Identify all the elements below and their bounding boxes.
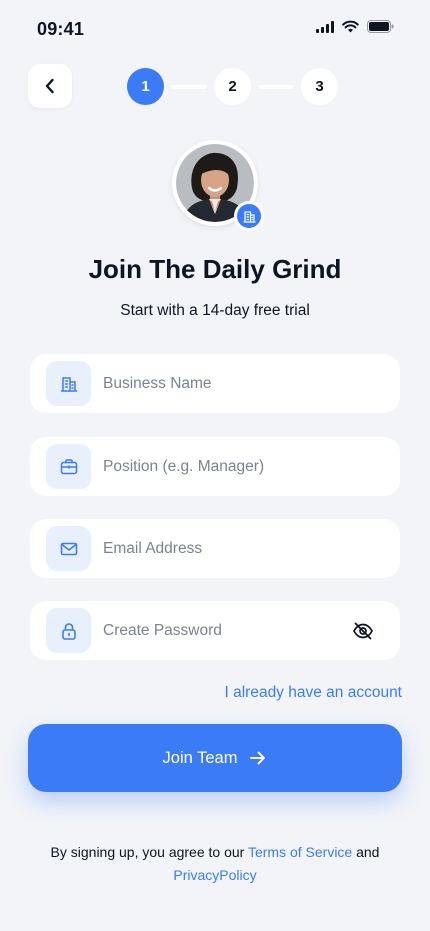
lock-icon (46, 608, 91, 653)
battery-icon (367, 20, 394, 33)
wifi-icon (342, 20, 359, 33)
email-field[interactable] (30, 519, 400, 578)
status-time: 09:41 (37, 19, 85, 39)
briefcase-icon (46, 444, 91, 489)
arrow-right-icon (250, 751, 266, 765)
chevron-left-icon (45, 78, 54, 94)
business-name-input[interactable] (103, 363, 400, 404)
back-button[interactable] (28, 64, 72, 108)
progress-stepper: 1 2 3 (127, 68, 338, 105)
status-bar: 09:41 (0, 0, 430, 60)
step-connector (258, 84, 294, 89)
password-field[interactable] (30, 601, 400, 660)
page-title: Join The Daily Grind (88, 254, 342, 284)
terms-of-service-link[interactable]: Terms of Service (248, 844, 352, 860)
page-subtitle: Start with a 14-day free trial (120, 302, 310, 319)
step-connector (171, 84, 207, 89)
join-team-label: Join Team (162, 748, 238, 767)
privacy-policy-link[interactable]: PrivacyPolicy (173, 867, 256, 883)
mail-icon (46, 526, 91, 571)
terms-notice: By signing up, you agree to our Terms of… (0, 841, 430, 887)
cellular-signal-icon (316, 20, 334, 33)
terms-prefix: By signing up, you agree to our (50, 844, 248, 860)
profile-avatar[interactable] (172, 140, 264, 231)
position-field[interactable] (30, 437, 400, 496)
terms-conjunction: and (352, 844, 380, 860)
password-input[interactable] (103, 610, 348, 651)
position-input[interactable] (103, 446, 400, 487)
building-icon (46, 361, 91, 406)
toggle-password-visibility[interactable] (348, 616, 378, 646)
step-3: 3 (301, 68, 338, 105)
eye-off-icon (353, 622, 373, 639)
email-input[interactable] (103, 528, 400, 569)
status-icons (316, 20, 394, 33)
building-badge-icon (234, 201, 264, 231)
login-link[interactable]: I already have an account (224, 684, 402, 702)
join-team-button[interactable]: Join Team (28, 724, 402, 792)
step-1: 1 (127, 68, 164, 105)
business-name-field[interactable] (30, 354, 400, 413)
step-2: 2 (214, 68, 251, 105)
